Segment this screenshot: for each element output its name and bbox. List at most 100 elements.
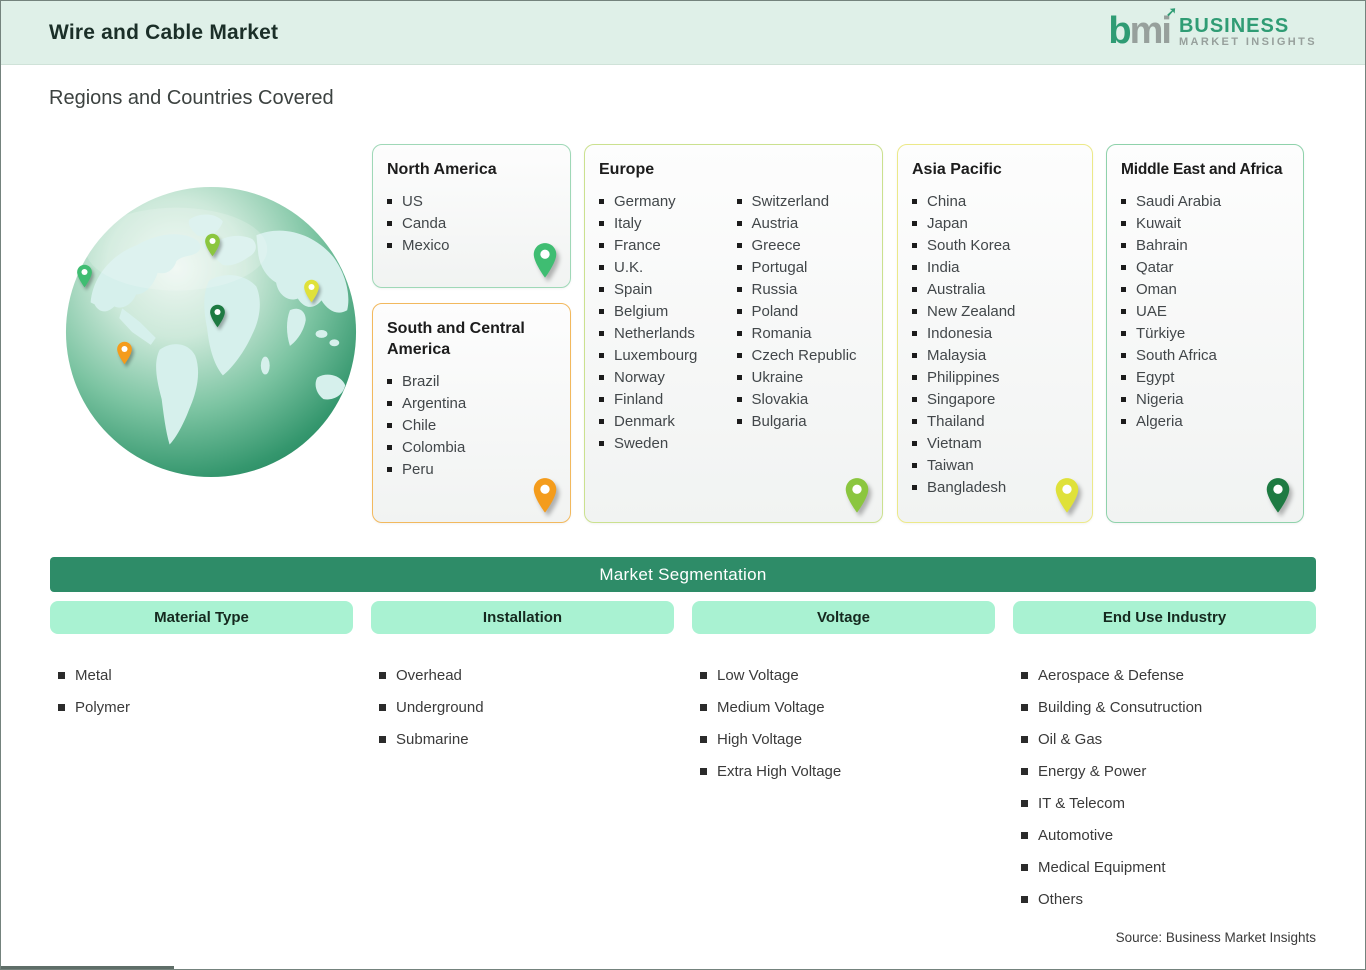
bullet-icon <box>736 396 742 402</box>
country-label: Philippines <box>927 368 1000 386</box>
bullet-icon <box>1121 264 1126 270</box>
bullet-icon <box>912 374 917 380</box>
bullet-icon <box>1121 330 1126 336</box>
bullet-icon <box>1021 895 1028 903</box>
country-item: Peru <box>387 458 556 480</box>
country-item: Ukraine <box>736 366 869 388</box>
country-label: Qatar <box>1136 258 1174 276</box>
segment-item: IT & Telecom <box>1021 792 1316 814</box>
bullet-icon <box>912 198 917 204</box>
country-item: Sweden <box>599 432 731 454</box>
bullet-icon <box>912 352 917 358</box>
bullet-icon <box>1021 671 1028 679</box>
country-label: Sweden <box>614 434 669 452</box>
country-label: Romania <box>751 324 812 342</box>
bullet-icon <box>912 330 917 336</box>
country-item: Bulgaria <box>736 410 869 432</box>
country-item: South Korea <box>912 234 1078 256</box>
globe-illustration <box>63 184 359 480</box>
country-item: Oman <box>1121 278 1289 300</box>
bullet-icon <box>912 484 917 490</box>
country-item: India <box>912 256 1078 278</box>
country-item: US <box>387 190 556 212</box>
bullet-icon <box>912 440 917 446</box>
map-pin-icon <box>532 477 558 514</box>
country-label: Argentina <box>402 394 467 412</box>
country-label: Brazil <box>402 372 440 390</box>
country-list: US Canda Mexico <box>387 190 556 256</box>
country-label: Bahrain <box>1136 236 1188 254</box>
country-item: France <box>599 234 731 256</box>
bullet-icon <box>1121 286 1126 292</box>
segment-item-label: High Voltage <box>717 730 803 748</box>
bullet-icon <box>1121 374 1126 380</box>
country-item: Taiwan <box>912 454 1078 476</box>
region-title: Middle East and Africa <box>1121 161 1283 178</box>
country-label: Oman <box>1136 280 1177 298</box>
country-label: Poland <box>751 302 799 320</box>
bullet-icon <box>599 264 604 270</box>
country-item: Czech Republic <box>736 344 869 366</box>
segment-pill-end-use-industry: End Use Industry <box>1013 601 1316 634</box>
region-card-europe: Europe Germany Italy France U.K. Spain Belgiu… <box>584 144 883 523</box>
source-note: Source: Business Market Insights <box>1115 930 1316 945</box>
segment-list-end-use-industry: Aerospace & Defense Building & Consutruct… <box>1013 664 1316 920</box>
map-pin-icon <box>1054 477 1080 514</box>
country-label: Kuwait <box>1136 214 1182 232</box>
country-label: Canda <box>402 214 447 232</box>
bullet-icon <box>700 671 707 679</box>
logo-line2: MARKET INSIGHTS <box>1178 36 1317 49</box>
country-item: China <box>912 190 1078 212</box>
bullet-icon <box>912 242 917 248</box>
bullet-icon <box>700 703 707 711</box>
country-item: New Zealand <box>912 300 1078 322</box>
region-card-middle-east-africa: Middle East and Africa Saudi Arabia Kuwai… <box>1106 144 1304 523</box>
region-title: South and Central America <box>387 320 525 358</box>
bullet-icon <box>1121 396 1126 402</box>
segment-item-label: Polymer <box>75 698 131 716</box>
bullet-icon <box>700 735 707 743</box>
country-item: Germany <box>599 190 731 212</box>
bullet-icon <box>736 308 742 314</box>
country-label: Switzerland <box>751 192 830 210</box>
segment-item: Oil & Gas <box>1021 728 1316 750</box>
country-item: Singapore <box>912 388 1078 410</box>
country-label: Slovakia <box>751 390 809 408</box>
country-item: Portugal <box>736 256 869 278</box>
segment-item: Aerospace & Defense <box>1021 664 1316 686</box>
country-item: Spain <box>599 278 731 300</box>
country-item: Egypt <box>1121 366 1289 388</box>
header-band: Wire and Cable Market bmi ➚ BUSINESS MAR… <box>1 1 1365 65</box>
map-pin-icon <box>1265 477 1291 514</box>
bullet-icon <box>599 220 604 226</box>
country-label: China <box>927 192 967 210</box>
bullet-icon <box>387 422 392 428</box>
country-item: Bahrain <box>1121 234 1289 256</box>
segmentation-section: Market Segmentation Material Type Instal… <box>50 557 1316 920</box>
country-item: Colombia <box>387 436 556 458</box>
country-item: Algeria <box>1121 410 1289 432</box>
country-item: Luxembourg <box>599 344 731 366</box>
country-label: Italy <box>614 214 642 232</box>
bmi-logo-icon: bmi ➚ <box>1108 5 1177 50</box>
country-item: Chile <box>387 414 556 436</box>
country-label: Czech Republic <box>751 346 857 364</box>
segment-item-label: Underground <box>396 698 484 716</box>
segment-pill-material-type: Material Type <box>50 601 353 634</box>
bottom-edge-line <box>1 966 174 969</box>
country-item: Slovakia <box>736 388 869 410</box>
bullet-icon <box>1121 220 1126 226</box>
segment-list-material-type: Metal Polymer <box>50 664 353 920</box>
segment-item-label: Medical Equipment <box>1038 858 1166 876</box>
bullet-icon <box>1121 352 1126 358</box>
country-list: Brazil Argentina Chile Colombia Peru <box>387 370 556 480</box>
bullet-icon <box>599 352 604 358</box>
bullet-icon <box>1121 308 1126 314</box>
country-label: Australia <box>927 280 986 298</box>
globe-pin-north-america-icon <box>76 264 93 288</box>
country-label: Singapore <box>927 390 996 408</box>
country-label: Mexico <box>402 236 450 254</box>
country-label: India <box>927 258 960 276</box>
bullet-icon <box>1021 831 1028 839</box>
bullet-icon <box>1121 198 1126 204</box>
